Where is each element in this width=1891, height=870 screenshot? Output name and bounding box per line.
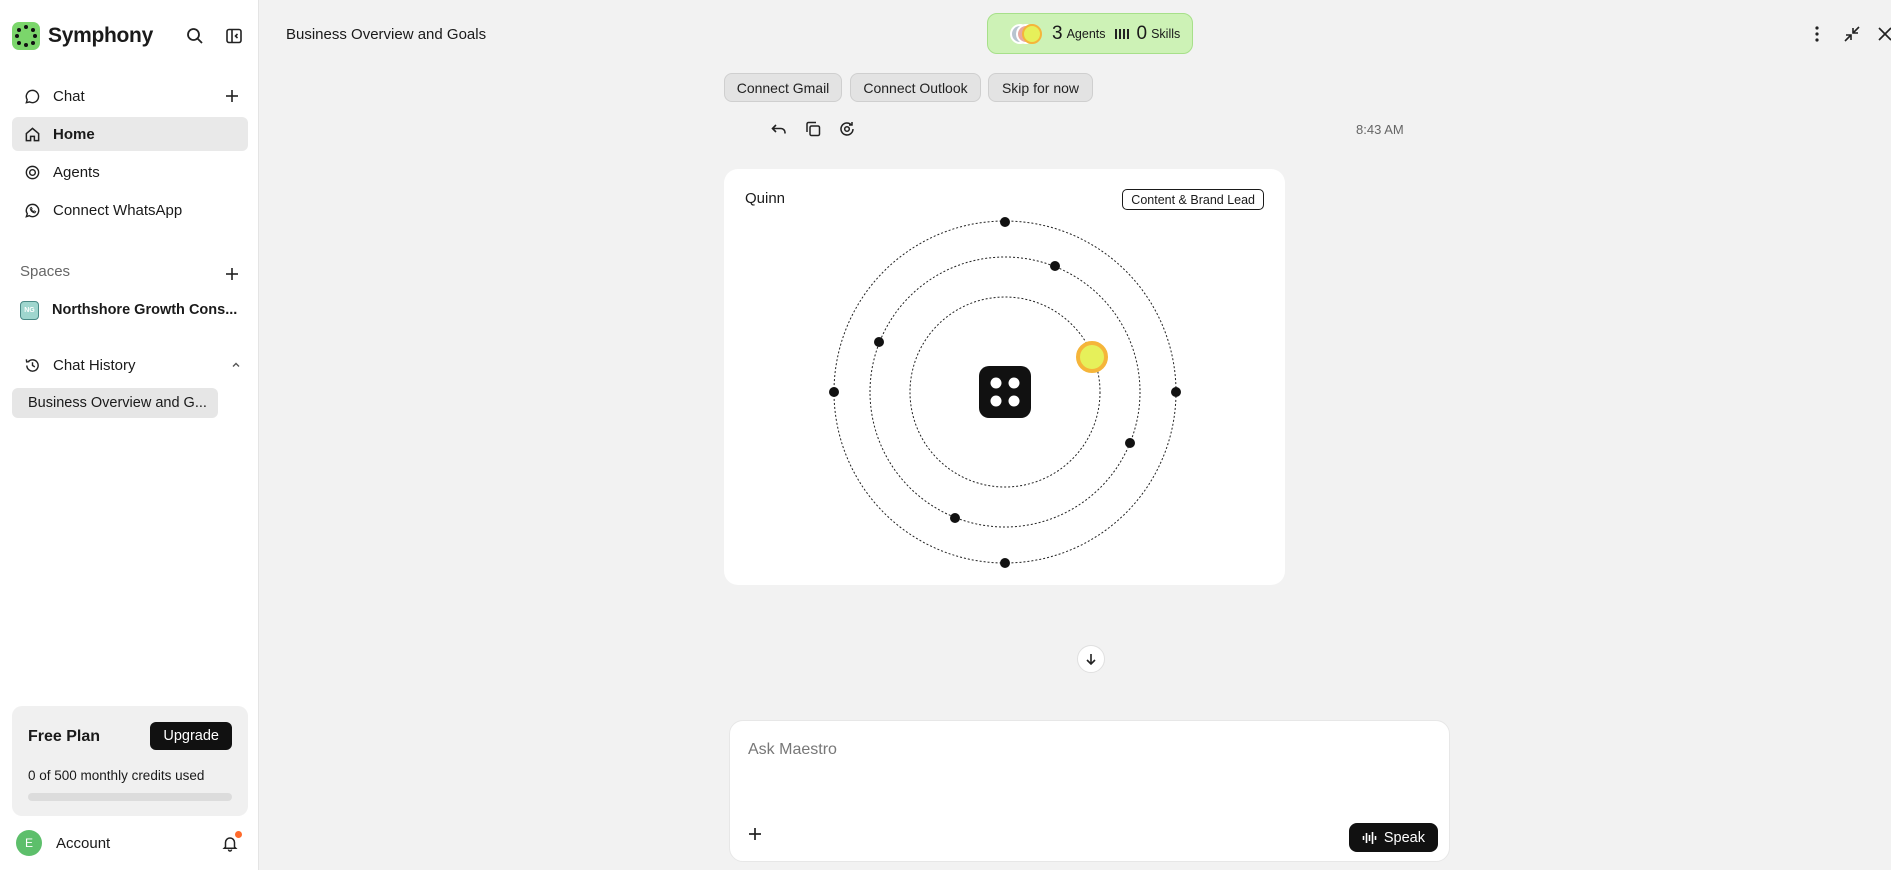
ask-maestro-input[interactable] bbox=[748, 737, 1428, 763]
minimize-icon[interactable] bbox=[1842, 24, 1862, 44]
sidebar: Symphony Chat Home Agents Connect WhatsA… bbox=[0, 0, 259, 870]
chat-history-toggle[interactable]: Chat History bbox=[12, 348, 242, 382]
connect-outlook-button[interactable]: Connect Outlook bbox=[850, 73, 981, 102]
arrow-down-icon bbox=[1086, 654, 1096, 666]
agent-avatars bbox=[1010, 23, 1044, 45]
agents-count: 3 bbox=[1052, 22, 1063, 44]
space-badge: NG bbox=[20, 300, 39, 320]
agent-name: Quinn bbox=[745, 190, 786, 207]
skills-label: Skills bbox=[1151, 26, 1181, 41]
space-name: Northshore Growth Cons... bbox=[52, 302, 238, 318]
upgrade-button[interactable]: Upgrade bbox=[150, 722, 232, 750]
agent-role-badge: Content & Brand Lead bbox=[1122, 189, 1264, 210]
history-icon bbox=[25, 358, 39, 372]
message-timestamp: 8:43 AM bbox=[1356, 122, 1404, 137]
connect-gmail-button[interactable]: Connect Gmail bbox=[724, 73, 842, 102]
agent-orbit-visual bbox=[829, 217, 1181, 568]
plan-card: Free Plan Upgrade 0 of 500 monthly credi… bbox=[12, 706, 248, 816]
agent-card: Quinn Content & Brand Lead bbox=[724, 169, 1285, 585]
attach-plus-icon[interactable] bbox=[746, 825, 764, 843]
home-icon bbox=[25, 126, 40, 141]
speak-label: Speak bbox=[1383, 829, 1425, 846]
add-space-plus-icon[interactable] bbox=[223, 265, 241, 283]
maestro-center-icon bbox=[979, 366, 1031, 418]
account-label: Account bbox=[56, 834, 111, 852]
skills-bars-icon bbox=[1114, 28, 1129, 39]
regenerate-icon[interactable] bbox=[838, 120, 856, 138]
whatsapp-icon bbox=[25, 203, 40, 218]
plan-title: Free Plan bbox=[28, 728, 101, 745]
chevron-up-icon bbox=[232, 362, 240, 367]
nav-label: Home bbox=[53, 125, 95, 143]
orbit-dot bbox=[1000, 217, 1010, 227]
orbit-dot bbox=[1125, 438, 1135, 448]
chat-bubble-icon bbox=[25, 89, 40, 104]
reply-icon[interactable] bbox=[770, 120, 788, 138]
orbit-dot bbox=[1171, 387, 1181, 397]
orbit-dot bbox=[1050, 261, 1060, 271]
search-icon[interactable] bbox=[185, 26, 205, 46]
avatar: E bbox=[16, 830, 42, 856]
nav-label: Chat bbox=[53, 87, 85, 105]
nav-label: Agents bbox=[53, 163, 100, 181]
nav-item-home[interactable]: Home bbox=[12, 117, 248, 151]
new-chat-plus-icon[interactable] bbox=[223, 87, 241, 105]
symphony-logo-icon bbox=[12, 22, 40, 50]
nav-item-connect-whatsapp[interactable]: Connect WhatsApp bbox=[12, 193, 248, 227]
agents-skills-pill[interactable]: 3 Agents 0 Skills bbox=[987, 13, 1193, 54]
app-name: Symphony bbox=[48, 24, 153, 47]
nav-item-chat[interactable]: Chat bbox=[12, 79, 248, 113]
spaces-label: Spaces bbox=[20, 263, 71, 280]
account-button[interactable]: E Account bbox=[16, 830, 110, 856]
copy-icon[interactable] bbox=[804, 120, 822, 138]
chat-title: Business Overview and Goals bbox=[286, 26, 487, 43]
orbit-dot bbox=[874, 337, 884, 347]
nav-item-agents[interactable]: Agents bbox=[12, 155, 248, 189]
active-agent-orb bbox=[1076, 341, 1108, 373]
agents-label: Agents bbox=[1066, 26, 1106, 41]
orbit-dot bbox=[950, 513, 960, 523]
skip-for-now-button[interactable]: Skip for now bbox=[988, 73, 1093, 102]
notification-dot bbox=[235, 831, 242, 838]
collapse-sidebar-icon[interactable] bbox=[224, 26, 244, 46]
orbit-dot bbox=[1000, 558, 1010, 568]
history-item[interactable]: Business Overview and G... bbox=[12, 388, 218, 418]
credits-text: 0 of 500 monthly credits used bbox=[28, 768, 205, 783]
nav-label: Connect WhatsApp bbox=[53, 201, 183, 219]
credits-progress-bar bbox=[28, 793, 232, 801]
chat-history-label: Chat History bbox=[53, 356, 136, 374]
waveform-icon bbox=[1362, 831, 1377, 844]
orbit-dot bbox=[829, 387, 839, 397]
skills-count: 0 bbox=[1136, 22, 1148, 44]
scroll-down-button[interactable] bbox=[1077, 645, 1105, 673]
speak-button[interactable]: Speak bbox=[1348, 823, 1438, 852]
more-options-icon[interactable] bbox=[1807, 24, 1827, 44]
close-icon[interactable] bbox=[1875, 24, 1891, 44]
brand[interactable]: Symphony bbox=[12, 22, 153, 50]
space-item-northshore[interactable]: NG Northshore Growth Cons... bbox=[12, 294, 248, 326]
target-icon bbox=[25, 165, 40, 179]
composer: Speak bbox=[729, 720, 1450, 862]
